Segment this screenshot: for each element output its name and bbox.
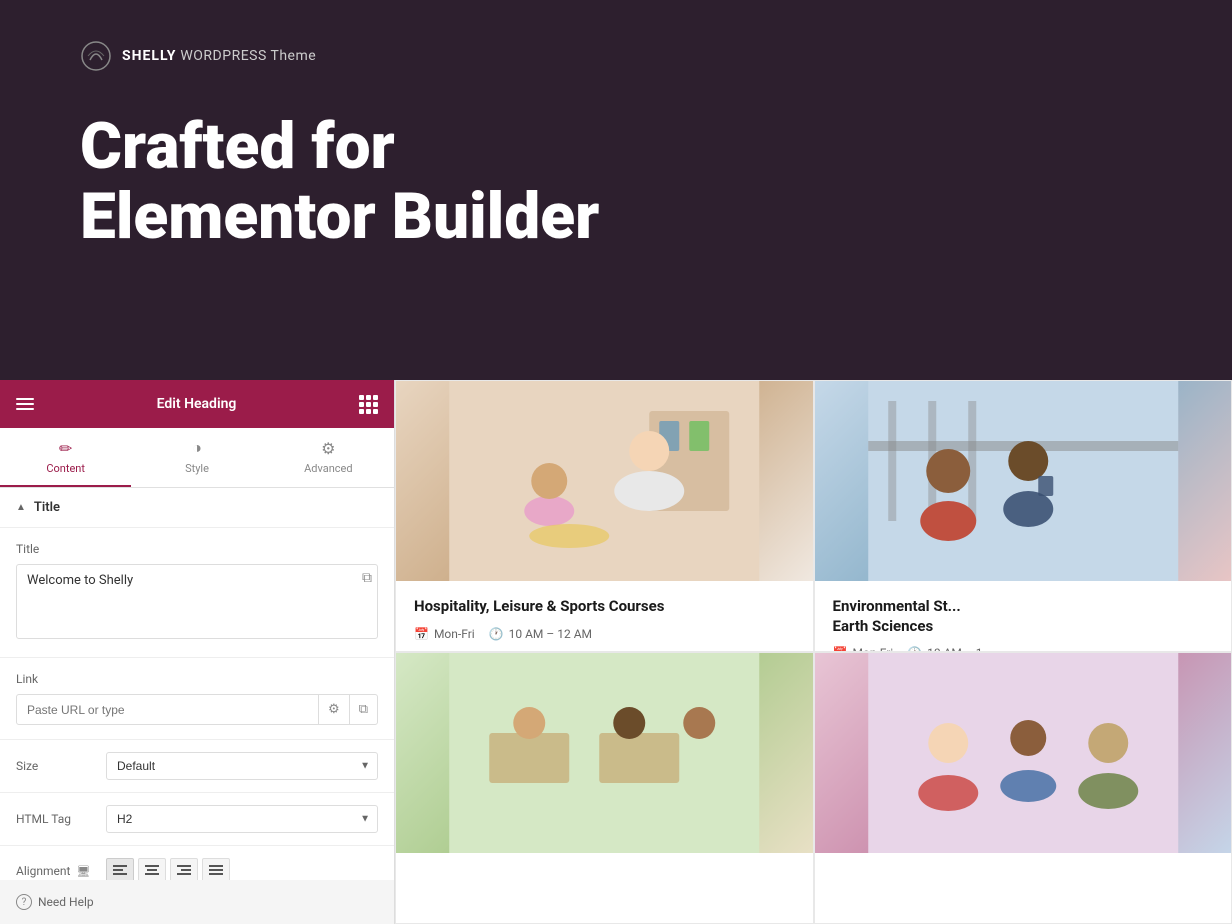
monitor-icon: 🖥 [76,865,90,878]
tab-content[interactable]: ✏ Content [0,429,131,487]
help-text[interactable]: Need Help [38,895,94,909]
card-1-time: 🕐 10 AM – 12 AM [489,627,592,641]
logo-text: SHELLY WORDPRESS Theme [122,48,316,64]
editor-tabs: ✏ Content ◑ Style ⚙ Advanced [0,428,394,488]
hero-section: SHELLY WORDPRESS Theme Crafted for Eleme… [0,0,1232,380]
card-4-image [815,653,1232,853]
html-tag-select-wrapper: H1 H2 H3 H4 H5 H6 div span p ▼ [106,805,378,833]
advanced-tab-icon: ⚙ [321,439,335,458]
align-left-icon [113,865,127,877]
editor-bottom-bar: ? Need Help [0,880,394,924]
card-2-title: Environmental St...Earth Sciences [833,597,1214,636]
size-label: Size [16,759,106,773]
clock-icon-1: 🕐 [489,627,504,641]
calendar-icon-1: 📅 [414,627,429,641]
editor-content: ▲ Title Title Welcome to Shelly ⧉ Link ⚙ [0,488,394,897]
cards-area: Hospitality, Leisure & Sports Courses 📅 … [395,380,1232,924]
tab-content-label: Content [46,462,85,475]
card-1-image-svg [396,381,813,581]
html-tag-field-row: HTML Tag H1 H2 H3 H4 H5 H6 div span p ▼ [0,793,394,846]
card-4-image-svg [815,653,1232,853]
logo-icon [80,40,112,72]
card-1-image [396,381,813,581]
card-2-image [815,381,1232,581]
link-field-wrapper: ⚙ ⧉ [16,694,378,725]
card-3-image-svg [396,653,813,853]
title-field-group: Title Welcome to Shelly ⧉ [0,528,394,658]
tab-advanced[interactable]: ⚙ Advanced [263,429,394,487]
size-select-wrapper: Default Small Medium Large XL XXL ▼ [106,752,378,780]
help-icon[interactable]: ? [16,894,32,910]
main-area: Edit Heading ✏ Content ◑ Style ⚙ Advance… [0,380,1232,924]
card-2-body: Environmental St...Earth Sciences 📅 Mon-… [815,581,1232,652]
tab-style-label: Style [185,462,209,475]
html-tag-select[interactable]: H1 H2 H3 H4 H5 H6 div span p [106,805,378,833]
editor-panel: Edit Heading ✏ Content ◑ Style ⚙ Advance… [0,380,395,924]
content-tab-icon: ✏ [59,439,72,458]
course-card-1: Hospitality, Leisure & Sports Courses 📅 … [395,380,814,652]
editor-title: Edit Heading [34,396,359,412]
card-1-days-text: Mon-Fri [434,627,475,641]
card-1-days: 📅 Mon-Fri [414,627,475,641]
course-card-3 [395,652,814,924]
link-field-label: Link [16,672,378,686]
hamburger-menu-icon[interactable] [16,398,34,410]
html-tag-label: HTML Tag [16,812,106,826]
title-field-label: Title [16,542,378,556]
link-input[interactable] [17,696,318,724]
section-title-label: Title [34,500,60,515]
tab-style[interactable]: ◑ Style [131,428,262,487]
link-field-group: Link ⚙ ⧉ [0,658,394,740]
title-textarea[interactable]: Welcome to Shelly [16,564,378,639]
align-center-icon [145,865,159,877]
editor-header: Edit Heading [0,380,394,428]
card-1-body: Hospitality, Leisure & Sports Courses 📅 … [396,581,813,652]
section-collapse-arrow[interactable]: ▲ [16,502,26,513]
card-1-title: Hospitality, Leisure & Sports Courses [414,597,795,617]
hero-heading-line2: Elementor Builder [80,179,599,254]
card-1-meta: 📅 Mon-Fri 🕐 10 AM – 12 AM [414,627,795,641]
card-2-image-svg [815,381,1232,581]
link-settings-icon[interactable]: ⚙ [319,695,350,724]
size-field-row: Size Default Small Medium Large XL XXL ▼ [0,740,394,793]
align-justify-icon [209,865,223,877]
link-copy-icon[interactable]: ⧉ [350,695,377,724]
course-card-2: Environmental St...Earth Sciences 📅 Mon-… [814,380,1232,652]
size-select[interactable]: Default Small Medium Large XL XXL [106,752,378,780]
align-right-icon [177,865,191,877]
logo-tagline: WORDPRESS Theme [176,48,316,64]
course-card-4 [814,652,1232,924]
hero-heading-line1: Crafted for [80,109,395,184]
logo-area: SHELLY WORDPRESS Theme [80,40,1152,72]
card-1-time-text: 10 AM – 12 AM [509,627,592,641]
link-field-actions: ⚙ ⧉ [318,695,377,724]
hero-heading: Crafted for Elementor Builder [80,112,1152,253]
tab-advanced-label: Advanced [304,462,352,475]
alignment-label: Alignment [16,864,70,878]
grid-menu-icon[interactable] [359,395,378,414]
logo-brand: SHELLY [122,48,176,64]
section-title-header: ▲ Title [0,488,394,528]
title-textarea-wrapper: Welcome to Shelly ⧉ [16,564,378,643]
style-tab-icon: ◑ [192,438,202,458]
card-3-image [396,653,813,853]
alignment-label-group: Alignment 🖥 [16,864,106,878]
textarea-copy-icon[interactable]: ⧉ [362,570,372,586]
